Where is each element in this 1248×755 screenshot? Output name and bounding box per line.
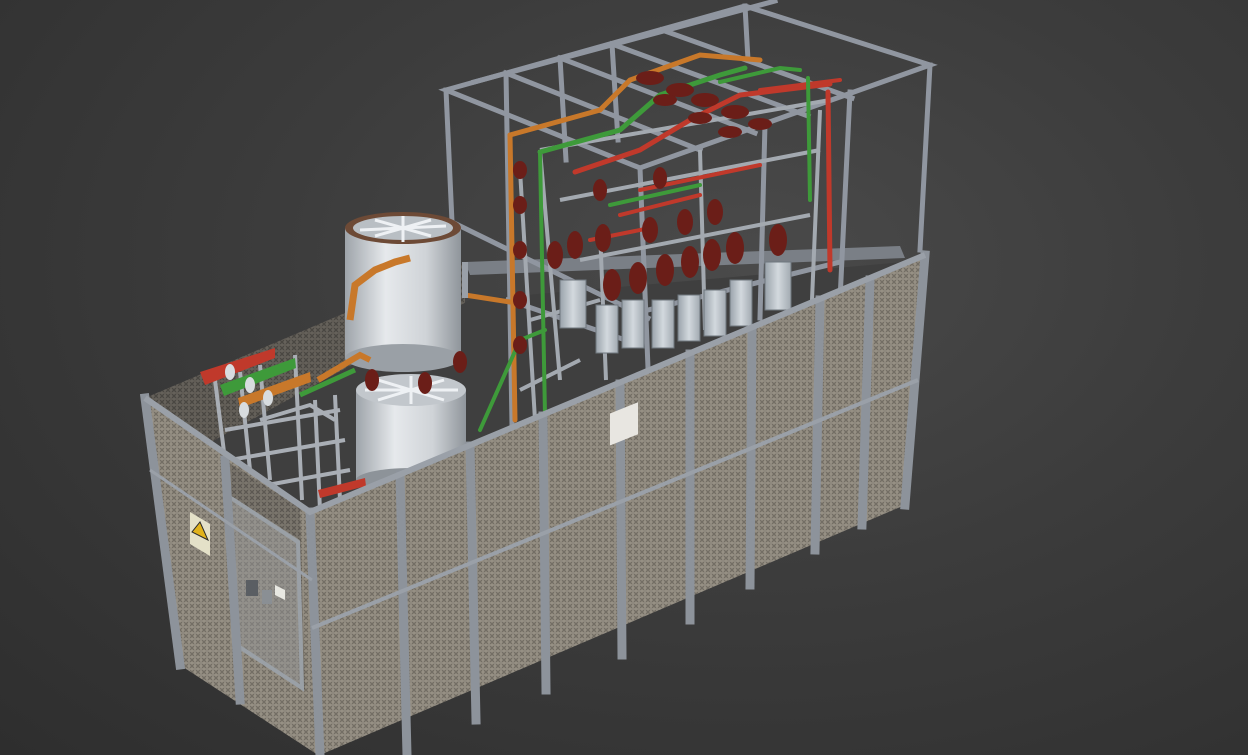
reactor-upper xyxy=(345,212,461,372)
render-viewport[interactable] xyxy=(0,0,1248,755)
substation-scene xyxy=(139,0,938,755)
gate-lock-icon[interactable] xyxy=(246,580,258,596)
